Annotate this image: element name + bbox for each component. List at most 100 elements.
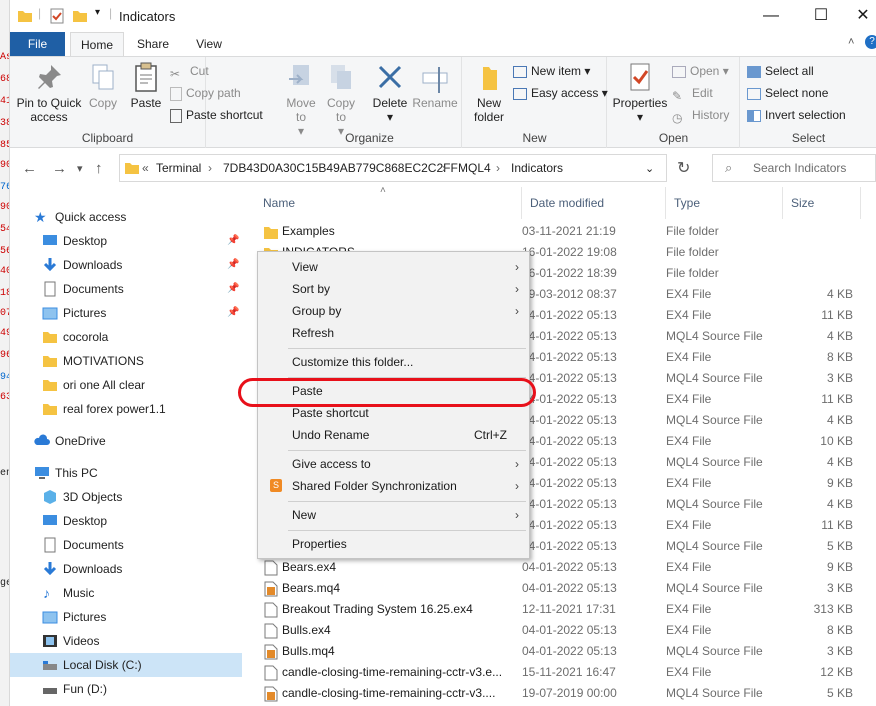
address-dropdown-icon[interactable]: ⌄ <box>645 162 654 175</box>
cut-button[interactable]: ✂ Cut <box>170 61 209 81</box>
sidebar-item-videos[interactable]: Videos <box>10 629 242 653</box>
breadcrumb-separator-icon[interactable]: › <box>208 161 212 175</box>
file-date: 04-01-2022 05:13 <box>522 560 617 574</box>
properties-check-icon[interactable] <box>49 8 65 24</box>
file-row[interactable]: Breakout Trading System 16.25.ex4 12-11-2… <box>243 599 876 620</box>
up-arrow-icon[interactable]: ↑ <box>95 160 103 177</box>
menu-item-view[interactable]: View › <box>260 256 527 278</box>
menu-item-give-access[interactable]: Give access to › <box>260 453 527 475</box>
sidebar-item-documents[interactable]: Documents 📌 <box>10 277 242 301</box>
file-type: EX4 File <box>666 665 712 679</box>
file-row[interactable]: candle-closing-time-remaining-cctr-v3...… <box>243 683 876 704</box>
minimize-button[interactable]: — <box>748 4 794 28</box>
file-row[interactable]: Bulls.mq4 04-01-2022 05:13 MQL4 Source Fil… <box>243 641 876 662</box>
sidebar-item-pc-downloads[interactable]: Downloads <box>10 557 242 581</box>
breadcrumb-indicators[interactable]: Indicators <box>511 161 563 175</box>
tab-share[interactable]: Share <box>128 32 178 56</box>
sidebar-item-downloads[interactable]: Downloads 📌 <box>10 253 242 277</box>
sidebar-quick-access[interactable]: ★ Quick access <box>10 205 242 229</box>
tab-file[interactable]: File <box>10 32 65 56</box>
sidebar-label: cocorola <box>63 330 109 344</box>
sidebar-onedrive[interactable]: OneDrive <box>10 429 242 453</box>
sidebar-item-pictures[interactable]: Pictures 📌 <box>10 301 242 325</box>
copy-button[interactable]: Copy <box>84 61 122 110</box>
new-folder-qa-icon[interactable] <box>72 8 88 24</box>
rename-button[interactable]: Rename <box>412 61 458 110</box>
edit-button[interactable]: ✎ Edit <box>672 83 713 103</box>
back-arrow-icon[interactable]: ← <box>22 160 37 177</box>
forward-arrow-icon[interactable]: → <box>52 160 67 177</box>
breadcrumb-mql4[interactable]: MQL4 <box>458 161 491 175</box>
easy-access-button[interactable]: Easy access ▾ <box>513 83 608 103</box>
history-button[interactable]: ◷ History <box>672 105 729 125</box>
sidebar-item-desktop[interactable]: Desktop 📌 <box>10 229 242 253</box>
column-header-name[interactable]: Name <box>255 187 522 219</box>
file-row[interactable]: Bears.mq4 04-01-2022 05:13 MQL4 Source Fil… <box>243 578 876 599</box>
menu-item-new[interactable]: New › <box>260 504 527 526</box>
menu-item-customize[interactable]: Customize this folder... <box>260 351 527 373</box>
sidebar-item-pc-desktop[interactable]: Desktop <box>10 509 242 533</box>
help-icon[interactable]: ? <box>865 35 876 49</box>
customize-qa-chevron-icon[interactable]: ▾ <box>95 7 100 18</box>
new-item-button[interactable]: New item ▾ <box>513 61 590 81</box>
sidebar-label: Videos <box>63 634 100 648</box>
sidebar-item-cocorola[interactable]: cocorola <box>10 325 242 349</box>
search-input[interactable]: ⌕ Search Indicators <box>712 154 876 182</box>
organize-group: Move to ▾ Copy to ▾ Delete ▾ Rename Organiz… <box>278 57 462 148</box>
sidebar-item-motivations[interactable]: MOTIVATIONS <box>10 349 242 373</box>
sidebar-item-ori-one[interactable]: ori one All clear <box>10 373 242 397</box>
copy-path-button[interactable]: Copy path <box>170 83 241 103</box>
open-button[interactable]: Open ▾ <box>672 61 729 81</box>
sidebar-item-real-forex[interactable]: real forex power1.1 <box>10 397 242 421</box>
menu-item-group-by[interactable]: Group by › <box>260 300 527 322</box>
sidebar-item-3d-objects[interactable]: 3D Objects <box>10 485 242 509</box>
file-row[interactable]: candle-closing-time-remaining-cctr-v3.e.… <box>243 662 876 683</box>
sidebar-item-local-disk[interactable]: Local Disk (C:) <box>10 653 242 677</box>
tab-home[interactable]: Home <box>70 32 124 56</box>
paste-shortcut-button[interactable]: Paste shortcut <box>170 105 263 125</box>
recent-locations-chevron-icon[interactable]: ▾ <box>77 162 83 175</box>
breadcrumb-separator-icon[interactable]: › <box>442 161 446 175</box>
breadcrumb-overflow[interactable]: « <box>142 161 149 175</box>
select-none-button[interactable]: Select none <box>747 83 828 103</box>
address-bar[interactable]: « Terminal › 7DB43D0A30C15B49AB779C868EC… <box>119 154 667 182</box>
refresh-icon[interactable]: ↻ <box>677 158 690 178</box>
menu-item-properties[interactable]: Properties <box>260 533 527 555</box>
menu-item-sort-by[interactable]: Sort by › <box>260 278 527 300</box>
menu-item-undo-rename[interactable]: Undo Rename Ctrl+Z <box>260 424 527 446</box>
sidebar-item-pc-documents[interactable]: Documents <box>10 533 242 557</box>
properties-button[interactable]: Properties ▾ <box>612 61 668 124</box>
sidebar-this-pc[interactable]: This PC <box>10 461 242 485</box>
file-row[interactable]: Bears.ex4 04-01-2022 05:13 EX4 File 9 KB <box>243 557 876 578</box>
copy-to-button[interactable]: Copy to ▾ <box>322 61 360 138</box>
sidebar-label: This PC <box>55 466 98 480</box>
close-button[interactable]: ✕ <box>840 4 876 28</box>
delete-button[interactable]: Delete ▾ <box>368 61 412 124</box>
column-header-size[interactable]: Size <box>783 187 861 219</box>
paste-button[interactable]: Paste <box>126 61 166 110</box>
menu-item-shared-folder-sync[interactable]: S Shared Folder Synchronization › <box>260 475 527 497</box>
breadcrumb-terminal[interactable]: Terminal <box>156 161 201 175</box>
select-all-button[interactable]: Select all <box>747 61 814 81</box>
sidebar-item-pc-pictures[interactable]: Pictures <box>10 605 242 629</box>
collapse-ribbon-chevron-icon[interactable]: ˄ <box>848 36 854 48</box>
file-name: Bears.mq4 <box>282 581 341 595</box>
pin-quick-access-button[interactable]: Pin to Quick access <box>14 61 84 124</box>
move-to-button[interactable]: Move to ▾ <box>282 61 320 138</box>
menu-label: Customize this folder... <box>292 355 414 369</box>
file-size: 4 KB <box>826 329 853 343</box>
new-folder-button[interactable]: New folder <box>467 61 511 124</box>
menu-item-refresh[interactable]: Refresh <box>260 322 527 344</box>
file-row[interactable]: Bulls.ex4 04-01-2022 05:13 EX4 File 8 KB <box>243 620 876 641</box>
sidebar-item-music[interactable]: ♪ Music <box>10 581 242 605</box>
sidebar-item-fun-drive[interactable]: Fun (D:) <box>10 677 242 701</box>
tab-view[interactable]: View <box>184 32 234 56</box>
invert-selection-button[interactable]: Invert selection <box>747 105 846 125</box>
clipboard-group-label: Clipboard <box>81 131 134 145</box>
breadcrumb-id[interactable]: 7DB43D0A30C15B49AB779C868EC2C2FF <box>223 161 458 175</box>
file-row[interactable]: Examples 03-11-2021 21:19 File folder <box>243 221 876 242</box>
column-header-date[interactable]: Date modified <box>522 187 666 219</box>
column-header-type[interactable]: Type <box>666 187 783 219</box>
maximize-button[interactable]: ☐ <box>798 4 844 28</box>
breadcrumb-separator-icon[interactable]: › <box>496 161 500 175</box>
